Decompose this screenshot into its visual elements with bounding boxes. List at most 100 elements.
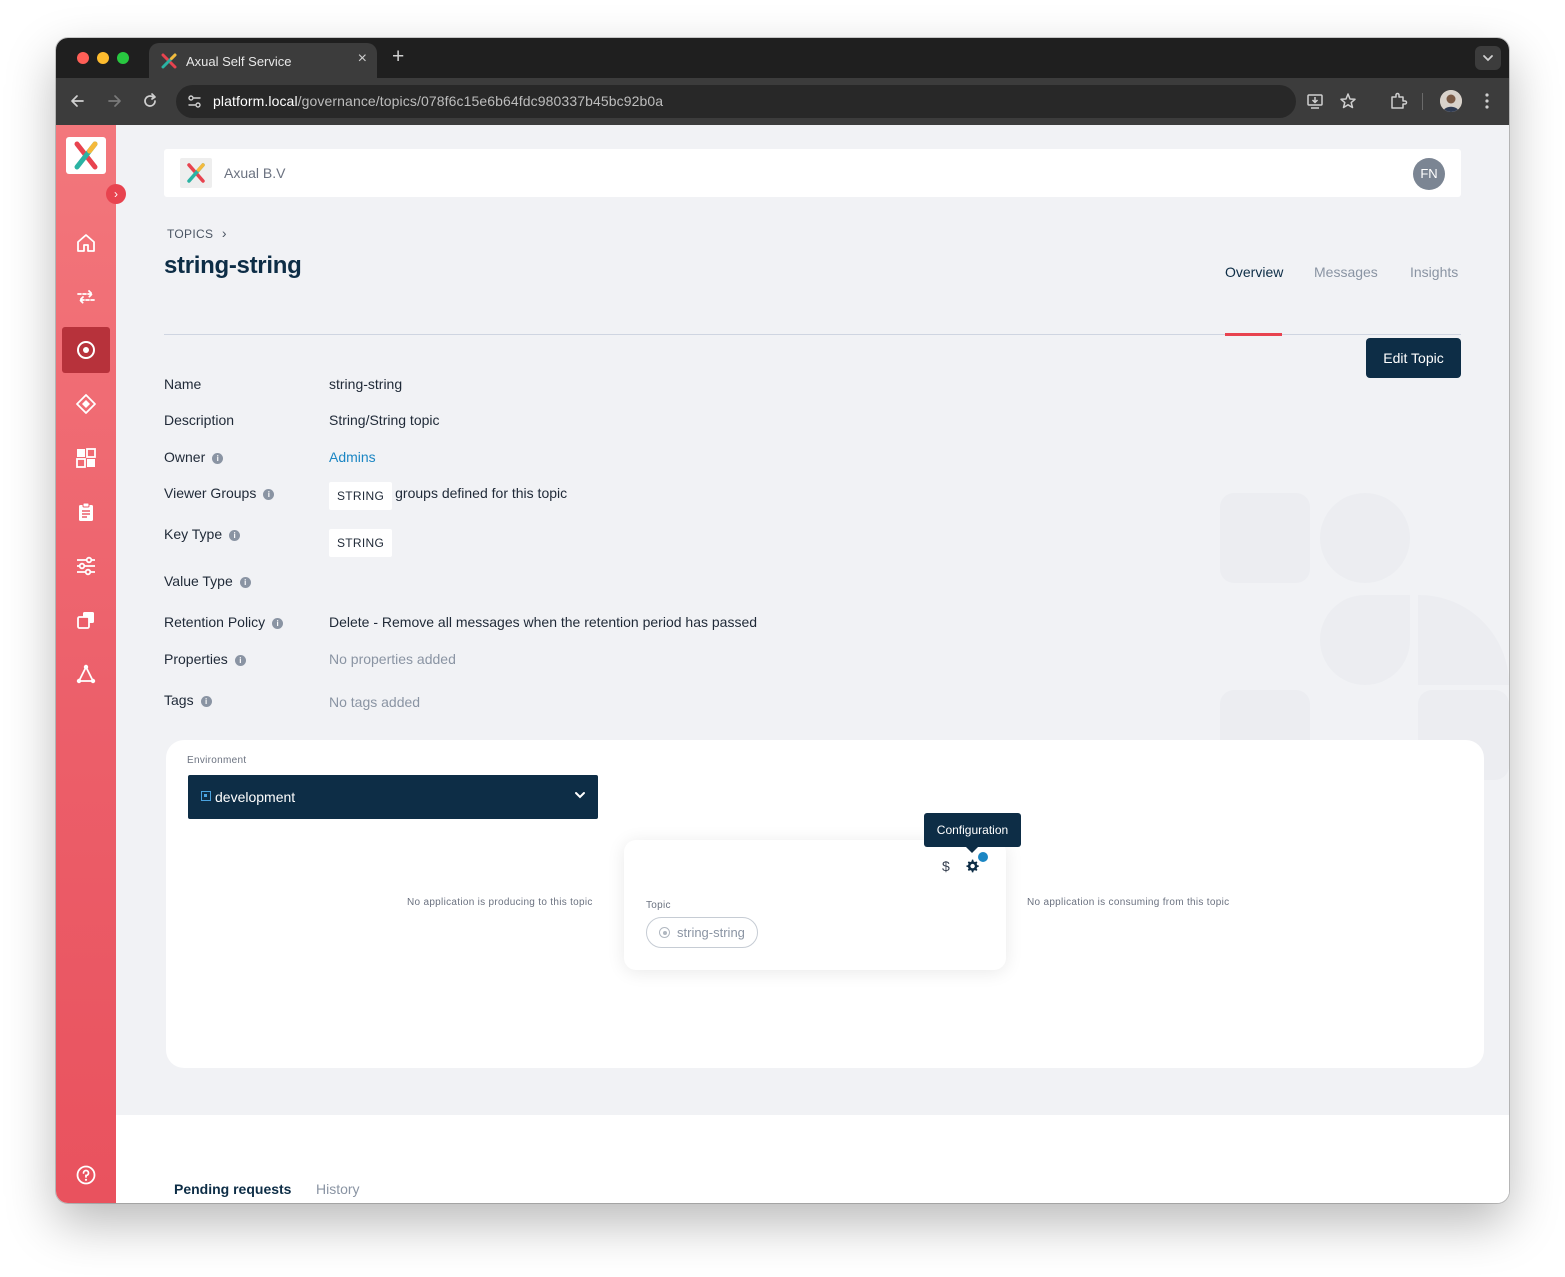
info-icon[interactable]: i	[272, 618, 284, 629]
retention-policy-label: Retention Policy i	[164, 614, 284, 630]
applications-icon	[76, 394, 96, 414]
new-tab-button[interactable]: +	[392, 45, 404, 69]
value-type-label: Value Type i	[164, 573, 251, 589]
breadcrumb-topics-link[interactable]: TOPICS	[167, 227, 213, 241]
info-icon[interactable]: i	[234, 655, 246, 666]
edit-topic-button[interactable]: Edit Topic	[1366, 338, 1461, 378]
url-host: platform.local	[213, 93, 298, 109]
consumer-empty-note: No application is consuming from this to…	[1027, 897, 1230, 908]
topic-icon	[659, 927, 670, 938]
info-icon[interactable]: i	[263, 489, 275, 500]
address-bar[interactable]: platform.local/governance/topics/078f6c1…	[176, 85, 1356, 118]
reload-icon[interactable]	[140, 91, 160, 111]
sidebar-item-streams[interactable]	[62, 274, 110, 320]
tab-messages[interactable]: Messages	[1314, 264, 1378, 280]
tab-overview[interactable]: Overview	[1225, 264, 1283, 280]
properties-value: No properties added	[329, 651, 456, 667]
axual-logo-icon	[74, 141, 98, 170]
dashboard-icon	[76, 448, 96, 468]
sidebar-item-settings[interactable]	[62, 543, 110, 589]
sidebar-item-help[interactable]	[62, 1152, 110, 1198]
tab-title: Axual Self Service	[186, 54, 292, 69]
browser-tab[interactable]: Axual Self Service ×	[149, 43, 377, 78]
axual-favicon-icon	[161, 53, 177, 69]
forward-icon[interactable]	[104, 91, 124, 111]
environment-select[interactable]: development	[188, 775, 598, 819]
producer-empty-note: No application is producing to this topi…	[407, 897, 593, 908]
sidebar	[56, 125, 116, 1203]
tab-history[interactable]: History	[316, 1181, 360, 1197]
tab-pending-requests[interactable]: Pending requests	[174, 1181, 291, 1197]
properties-label-text: Properties	[164, 651, 228, 667]
info-icon[interactable]: i	[239, 577, 251, 588]
key-type-chip: STRING	[329, 482, 393, 510]
axual-logo[interactable]	[66, 137, 106, 174]
sidebar-expand-button[interactable]: ›	[106, 184, 126, 204]
clipboard-icon	[79, 502, 93, 521]
breadcrumb-separator-icon: ›	[221, 225, 227, 241]
breadcrumb: TOPICS ›	[167, 225, 227, 241]
retention-policy-label-text: Retention Policy	[164, 614, 266, 630]
org-logo-icon	[187, 163, 205, 183]
configuration-tooltip: Configuration	[924, 813, 1021, 853]
requests-section: Pending requests History	[116, 1115, 1509, 1203]
description-label: Description	[164, 412, 235, 428]
browser-window: Axual Self Service × + platform.local/go…	[56, 38, 1509, 1203]
topic-card-label: Topic	[646, 900, 671, 911]
tab-search-button[interactable]	[1475, 46, 1501, 70]
site-settings-icon[interactable]	[186, 93, 203, 110]
topics-icon	[77, 341, 95, 359]
profile-avatar[interactable]	[1440, 90, 1462, 112]
user-avatar[interactable]: FN	[1413, 158, 1445, 190]
browser-menu-icon[interactable]	[1477, 91, 1497, 111]
browser-tabstrip: Axual Self Service × +	[56, 38, 1509, 78]
close-window-button[interactable]	[77, 52, 89, 64]
tags-label-text: Tags	[164, 692, 194, 708]
topic-pill[interactable]: string-string	[646, 917, 758, 948]
minimize-window-button[interactable]	[97, 52, 109, 64]
app-content: › Axual B.V FN TOPICS › string-string Ov…	[56, 125, 1509, 1203]
configuration-gear-icon[interactable]	[964, 858, 980, 874]
sidebar-item-network[interactable]	[62, 651, 110, 697]
tags-label: Tags i	[164, 692, 212, 708]
bookmark-star-icon[interactable]	[1338, 91, 1358, 111]
environment-panel: Environment development No application i…	[166, 740, 1484, 1068]
environment-select-value: development	[215, 789, 296, 805]
back-icon[interactable]	[68, 91, 88, 111]
extensions-icon[interactable]	[1388, 91, 1408, 111]
org-name: Axual B.V	[224, 165, 286, 181]
tab-close-icon[interactable]: ×	[358, 50, 367, 68]
install-app-icon[interactable]	[1305, 91, 1325, 111]
maximize-window-button[interactable]	[117, 52, 129, 64]
sidebar-item-applications[interactable]	[62, 381, 110, 427]
org-logo	[180, 158, 212, 188]
cost-icon[interactable]: $	[942, 858, 950, 874]
environment-icon	[201, 791, 211, 801]
help-icon	[76, 1165, 96, 1185]
home-icon	[77, 234, 95, 252]
info-icon[interactable]: i	[229, 530, 241, 541]
sidebar-item-home[interactable]	[62, 220, 110, 266]
sidebar-item-topics[interactable]	[62, 327, 110, 373]
sidebar-item-dashboard[interactable]	[62, 435, 110, 481]
active-tab-indicator	[1225, 333, 1282, 336]
owner-link[interactable]: Admins	[329, 449, 376, 465]
copy-icon	[77, 612, 94, 629]
settings-sliders-icon	[77, 556, 95, 576]
chevron-down-icon	[1483, 55, 1493, 62]
sidebar-item-approvals[interactable]	[62, 489, 110, 535]
key-type-label: Key Type i	[164, 526, 241, 542]
sidebar-item-schemas[interactable]	[62, 597, 110, 643]
page-title: string-string	[164, 252, 302, 279]
chevron-down-icon	[575, 792, 585, 799]
viewer-groups-label: Viewer Groups i	[164, 485, 275, 501]
topic-card: $ Topic string-string	[624, 840, 1006, 970]
name-value: string-string	[329, 376, 403, 392]
tags-value: No tags added	[329, 694, 421, 710]
viewer-groups-label-text: Viewer Groups	[164, 485, 257, 501]
info-icon[interactable]: i	[200, 696, 212, 707]
info-icon[interactable]: i	[212, 453, 224, 464]
tab-insights[interactable]: Insights	[1410, 264, 1458, 280]
decorative-shape	[1320, 595, 1410, 685]
network-icon	[76, 664, 96, 684]
